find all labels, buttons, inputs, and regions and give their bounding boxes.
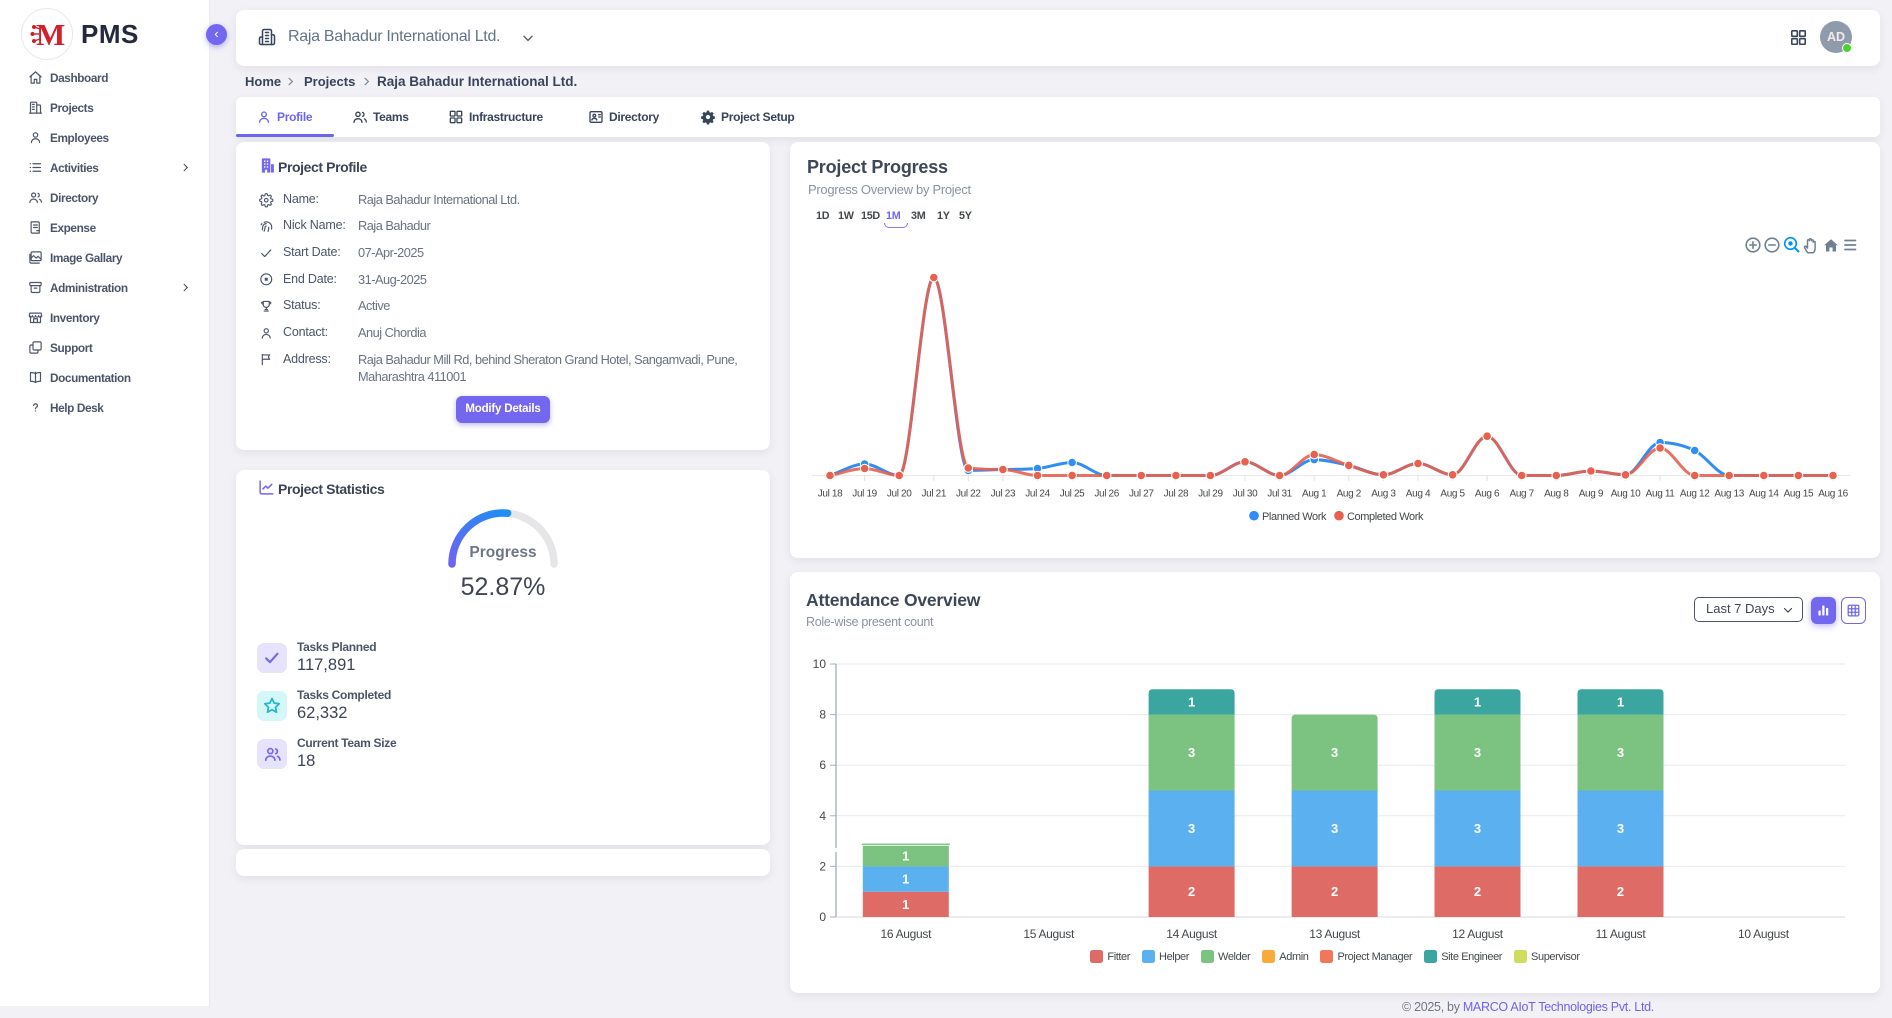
svg-text:Aug 10: Aug 10 — [1611, 489, 1641, 500]
svg-text:1: 1 — [1188, 694, 1195, 709]
svg-text:Aug 2: Aug 2 — [1337, 489, 1362, 500]
svg-text:Jul 23: Jul 23 — [991, 489, 1016, 500]
svg-text:8: 8 — [819, 708, 826, 722]
svg-text:Aug 8: Aug 8 — [1544, 489, 1569, 500]
svg-text:Aug 7: Aug 7 — [1510, 489, 1535, 500]
svg-text:Aug 13: Aug 13 — [1714, 489, 1744, 500]
svg-text:Jul 22: Jul 22 — [956, 489, 981, 500]
svg-text:Jul 30: Jul 30 — [1233, 489, 1258, 500]
svg-text:3: 3 — [1331, 821, 1338, 836]
svg-text:2: 2 — [1188, 884, 1195, 899]
svg-text:Jul 29: Jul 29 — [1198, 489, 1223, 500]
svg-text:Jul 27: Jul 27 — [1129, 489, 1154, 500]
svg-text:10 August: 10 August — [1738, 927, 1790, 941]
svg-text:3: 3 — [1188, 745, 1195, 760]
svg-text:Jul 26: Jul 26 — [1094, 489, 1119, 500]
svg-text:Aug 16: Aug 16 — [1818, 489, 1848, 500]
svg-text:Aug 4: Aug 4 — [1406, 489, 1431, 500]
svg-text:13 August: 13 August — [1309, 927, 1361, 941]
svg-text:Aug 6: Aug 6 — [1475, 489, 1500, 500]
svg-text:Jul 28: Jul 28 — [1164, 489, 1189, 500]
svg-text:16 August: 16 August — [880, 927, 932, 941]
svg-text:2: 2 — [1617, 884, 1624, 899]
svg-text:Jul 20: Jul 20 — [887, 489, 912, 500]
svg-text:52.87%: 52.87% — [461, 573, 546, 601]
svg-text:M: M — [36, 17, 65, 52]
svg-text:Jul 19: Jul 19 — [852, 489, 877, 500]
svg-text:2: 2 — [1331, 884, 1338, 899]
svg-text:6: 6 — [819, 758, 826, 772]
svg-text:10: 10 — [813, 657, 827, 671]
svg-text:Aug 1: Aug 1 — [1302, 489, 1327, 500]
svg-text:Aug 5: Aug 5 — [1440, 489, 1465, 500]
svg-text:2: 2 — [819, 859, 826, 873]
svg-text:Aug 14: Aug 14 — [1749, 489, 1779, 500]
svg-text:4: 4 — [819, 809, 826, 823]
svg-text:Aug 15: Aug 15 — [1784, 489, 1814, 500]
svg-text:Completed Work: Completed Work — [1347, 511, 1424, 523]
svg-text:3: 3 — [1331, 745, 1338, 760]
svg-text:3: 3 — [1188, 821, 1195, 836]
svg-text:Jul 21: Jul 21 — [922, 489, 947, 500]
svg-text:12 August: 12 August — [1452, 927, 1504, 941]
svg-text:3: 3 — [1474, 745, 1481, 760]
svg-text:1: 1 — [902, 872, 909, 887]
svg-text:14 August: 14 August — [1166, 927, 1218, 941]
svg-text:1: 1 — [902, 849, 909, 864]
svg-text:1: 1 — [1617, 694, 1624, 709]
svg-text:1: 1 — [902, 897, 909, 912]
svg-text:Jul 31: Jul 31 — [1267, 489, 1292, 500]
svg-text:3: 3 — [1617, 821, 1624, 836]
svg-text:Jul 25: Jul 25 — [1060, 489, 1085, 500]
svg-text:0: 0 — [819, 910, 826, 924]
svg-text:Aug 3: Aug 3 — [1371, 489, 1396, 500]
svg-text:11 August: 11 August — [1596, 927, 1647, 941]
svg-text:Progress: Progress — [469, 544, 536, 561]
svg-text:Jul 18: Jul 18 — [818, 489, 843, 500]
svg-text:Aug 12: Aug 12 — [1680, 489, 1710, 500]
svg-text:2: 2 — [1474, 884, 1481, 899]
svg-text:1: 1 — [1474, 694, 1481, 709]
svg-text:3: 3 — [1617, 745, 1624, 760]
svg-text:Planned Work: Planned Work — [1262, 511, 1327, 523]
svg-text:15 August: 15 August — [1023, 927, 1075, 941]
svg-text:3: 3 — [1474, 821, 1481, 836]
svg-text:Jul 24: Jul 24 — [1025, 489, 1050, 500]
svg-text:Aug 9: Aug 9 — [1579, 489, 1604, 500]
svg-text:Aug 11: Aug 11 — [1646, 489, 1676, 500]
